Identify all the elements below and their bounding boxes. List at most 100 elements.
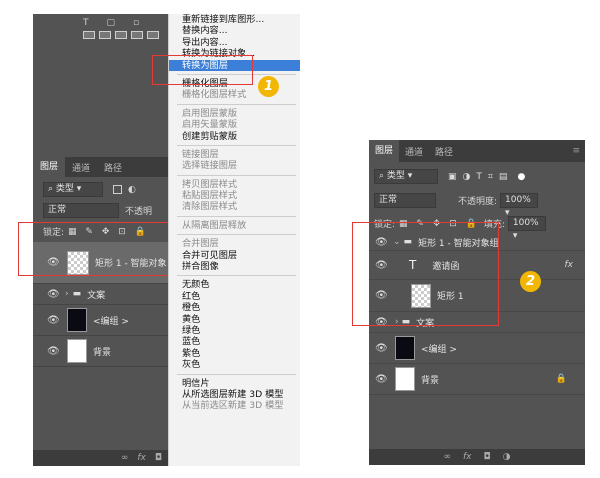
step-badge-two: 2 [520, 271, 541, 292]
panel-menu-icon[interactable]: ≡ [566, 146, 585, 156]
menu-item: 从当前选区新建 3D 模型 [182, 400, 284, 412]
menu-item[interactable]: 合并可见图层 [169, 250, 300, 261]
eye-icon[interactable]: 👁 [375, 374, 388, 385]
filter-row: ⌕ 类型 ▾ ▣◑T⌗▤ ● [369, 165, 585, 188]
menu-separator [177, 234, 296, 236]
menu-item: 链接图层 [182, 148, 219, 160]
filter-toggle-icon[interactable]: ● [517, 172, 525, 182]
image-filter-icon[interactable] [113, 185, 122, 194]
layer-name: <编组 > [93, 316, 129, 327]
menu-item[interactable]: 拼合图像 [169, 261, 300, 272]
align-icon[interactable] [147, 31, 159, 39]
white-thumbnail [67, 339, 87, 363]
layer-name: <编组 > [421, 344, 457, 355]
menu-item: 启用图层蒙版 [182, 107, 238, 119]
t-icon[interactable]: T [83, 18, 89, 28]
tab-channels[interactable]: 通道 [399, 145, 429, 158]
menu-item[interactable]: 重新链接到库图形... [169, 14, 300, 25]
menu-item: 启用矢量蒙版 [182, 119, 238, 131]
menu-item[interactable]: 无颜色 [169, 279, 300, 290]
top-tiny-icons: T ▢ ▫ [83, 18, 139, 28]
fx-icon[interactable]: fx [463, 452, 472, 462]
eye-icon[interactable]: 👁 [375, 343, 388, 354]
filter-dropdown[interactable]: ⌕ 类型 ▾ [43, 182, 103, 197]
adjust-filter-icon[interactable]: ◐ [128, 185, 136, 195]
menu-item[interactable]: 橙色 [169, 302, 300, 313]
link-icon[interactable]: ∞ [121, 453, 129, 463]
right-tab-bar: 图层 通道 路径 ≡ [369, 140, 585, 162]
fx-icon[interactable]: fx [137, 453, 146, 463]
lock-icon: 🔒 [555, 374, 567, 384]
menu-item[interactable]: 导出内容... [169, 37, 300, 48]
chevron-right-icon[interactable]: › [65, 289, 69, 299]
menu-item[interactable]: 红色 [169, 291, 300, 302]
align-icons-row [83, 31, 159, 39]
menu-separator [177, 103, 296, 105]
folder-icon: ▬ [72, 289, 82, 299]
menu-item: 合并图层 [182, 238, 219, 250]
menu-separator [177, 373, 296, 375]
annotation-box [152, 55, 253, 85]
layer-row[interactable]: 👁 背景 [33, 336, 170, 367]
left-bottom-bar: ∞ fx ◘ [33, 450, 170, 466]
filter-type-icons[interactable]: ▣◑T⌗▤ [448, 172, 513, 182]
menu-item: 粘贴图层样式 [182, 190, 238, 202]
properties-strip: T ▢ ▫ [33, 14, 170, 144]
image-thumbnail [395, 336, 415, 360]
tab-layers[interactable]: 图层 [369, 140, 400, 162]
adjustment-icon[interactable]: ◑ [503, 452, 511, 462]
align-icon[interactable] [115, 31, 127, 39]
tab-paths[interactable]: 路径 [97, 161, 129, 174]
white-thumbnail [395, 367, 415, 391]
menu-item[interactable]: 绿色 [169, 325, 300, 336]
annotation-box [18, 222, 184, 276]
menu-item[interactable]: 灰色 [169, 359, 300, 370]
left-tab-bar: 图层 通道 路径 [33, 157, 170, 177]
blend-mode-dropdown[interactable]: 正常 [43, 203, 119, 218]
link-icon[interactable]: ∞ [444, 452, 452, 462]
layer-name: 背景 [421, 375, 440, 386]
menu-item[interactable]: 紫色 [169, 348, 300, 359]
filter-dropdown[interactable]: ⌕ 类型 ▾ [374, 169, 438, 184]
menu-item[interactable]: 蓝色 [169, 336, 300, 347]
tab-paths[interactable]: 路径 [429, 145, 459, 158]
align-icon[interactable] [83, 31, 95, 39]
eye-icon[interactable]: 👁 [47, 315, 60, 326]
align-icon[interactable] [99, 31, 111, 39]
search-icon: ⌕ [379, 171, 387, 181]
layer-row[interactable]: 👁 背景 🔒 [369, 364, 585, 395]
layer-row[interactable]: 👁 <编组 > [369, 333, 585, 364]
layer-name: 背景 [93, 347, 112, 358]
mask-icon[interactable]: ◘ [484, 452, 491, 462]
blend-row: 正常 不透明度: 100% ▾ [369, 189, 585, 218]
opacity-input[interactable]: 100% ▾ [500, 193, 539, 218]
eye-icon[interactable]: 👁 [47, 346, 60, 357]
menu-item[interactable]: 明信片 [169, 378, 300, 389]
menu-separator [177, 144, 296, 146]
menu-item: 清除图层样式 [182, 201, 238, 213]
layer-name: 文案 [87, 290, 106, 301]
eye-icon[interactable]: 👁 [47, 289, 60, 300]
annotation-box [352, 222, 499, 326]
fill-input[interactable]: 100% ▾ [507, 216, 546, 241]
fx-icon[interactable]: fx [565, 260, 574, 270]
opacity-label: 不透明度: [458, 197, 498, 207]
menu-item[interactable]: 创建剪贴蒙版 [169, 131, 300, 142]
menu-item[interactable]: 从所选图层新建 3D 模型 [169, 389, 300, 400]
search-icon: ⌕ [48, 184, 56, 194]
menu-item: 从隔离图层释放 [182, 219, 247, 231]
layer-row[interactable]: 👁 <编组 > [33, 305, 170, 336]
menu-item: 拷贝图层样式 [182, 178, 238, 190]
mask-icon[interactable]: ◘ [155, 453, 162, 463]
blend-mode-dropdown[interactable]: 正常 [374, 193, 436, 208]
tab-channels[interactable]: 通道 [65, 161, 97, 174]
step-badge-one: 1 [258, 76, 279, 97]
layer-row[interactable]: 👁 › ▬ 文案 [33, 284, 170, 305]
tab-layers[interactable]: 图层 [33, 157, 66, 177]
menu-item[interactable]: 替换内容... [169, 25, 300, 36]
rect-icon[interactable]: ▢ [107, 18, 116, 28]
square-icon[interactable]: ▫ [133, 18, 139, 28]
align-icon[interactable] [131, 31, 143, 39]
blend-row: 正常 不透明 [33, 200, 170, 221]
menu-item[interactable]: 黄色 [169, 314, 300, 325]
